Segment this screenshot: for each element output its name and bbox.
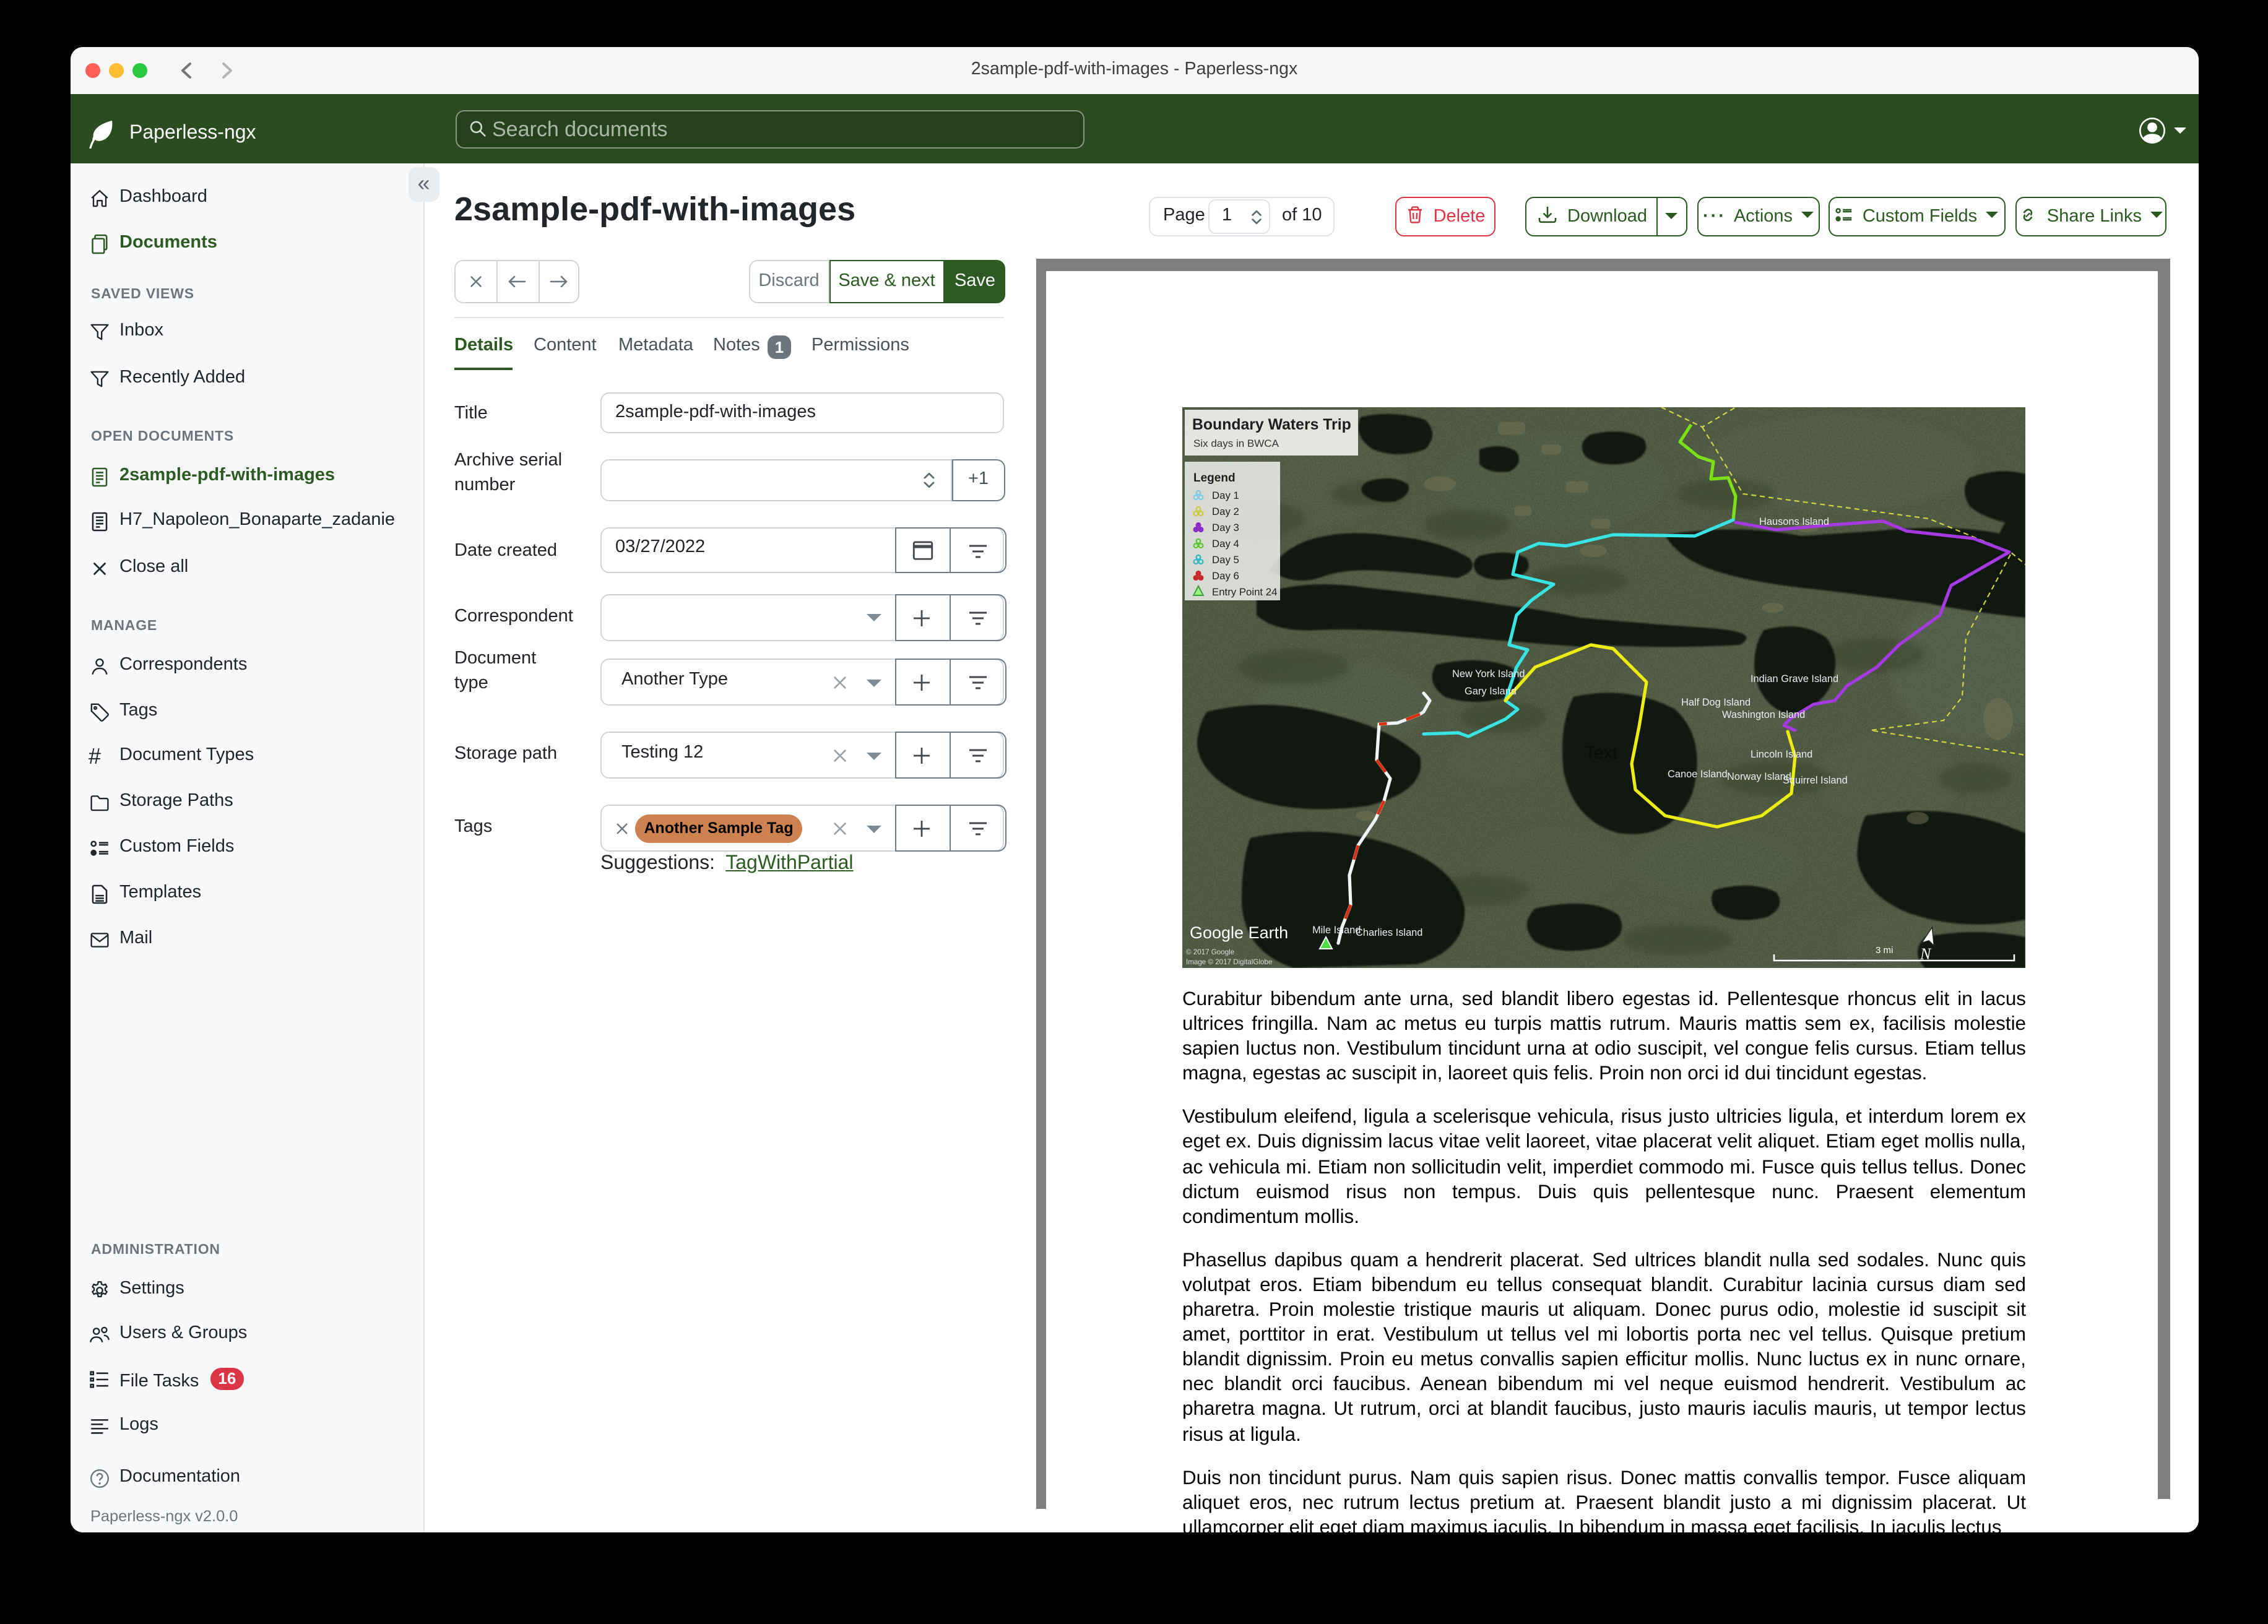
svg-text:Canoe Island: Canoe Island (1668, 768, 1728, 779)
svg-text:Gary Island: Gary Island (1465, 685, 1517, 696)
svg-text:Image © 2017 DigitalGlobe: Image © 2017 DigitalGlobe (1186, 957, 1272, 965)
svg-text:Day 1: Day 1 (1212, 489, 1239, 501)
svg-text:Hausons Island: Hausons Island (1759, 516, 1829, 527)
svg-text:Google Earth: Google Earth (1190, 923, 1288, 941)
svg-text:Legend: Legend (1193, 471, 1236, 484)
svg-text:Day 4: Day 4 (1212, 537, 1239, 549)
svg-text:Lincoln Island: Lincoln Island (1751, 748, 1812, 759)
svg-text:Six days in BWCA: Six days in BWCA (1193, 437, 1279, 449)
svg-text:3 mi: 3 mi (1876, 944, 1893, 955)
svg-text:Norway Island: Norway Island (1727, 771, 1791, 782)
svg-text:Half Dog Island: Half Dog Island (1681, 696, 1751, 707)
svg-text:New York Island: New York Island (1452, 668, 1525, 679)
svg-text:Entry Point 24: Entry Point 24 (1212, 585, 1277, 597)
svg-text:Day 5: Day 5 (1212, 553, 1239, 565)
svg-text:Boundary Waters Trip: Boundary Waters Trip (1192, 416, 1351, 433)
svg-text:Squirrel Island: Squirrel Island (1783, 774, 1848, 785)
svg-text:Washington Island: Washington Island (1722, 709, 1805, 720)
svg-text:Day 6: Day 6 (1212, 569, 1239, 581)
svg-text:Mile Island: Mile Island (1312, 924, 1361, 935)
svg-text:Day 2: Day 2 (1212, 505, 1239, 517)
svg-text:Charlies Island: Charlies Island (1356, 926, 1422, 938)
svg-text:Indian Grave Island: Indian Grave Island (1751, 673, 1838, 684)
svg-text:© 2017 Google: © 2017 Google (1186, 948, 1234, 956)
svg-text:Text: Text (1585, 743, 1617, 762)
svg-text:Day 3: Day 3 (1212, 521, 1239, 533)
